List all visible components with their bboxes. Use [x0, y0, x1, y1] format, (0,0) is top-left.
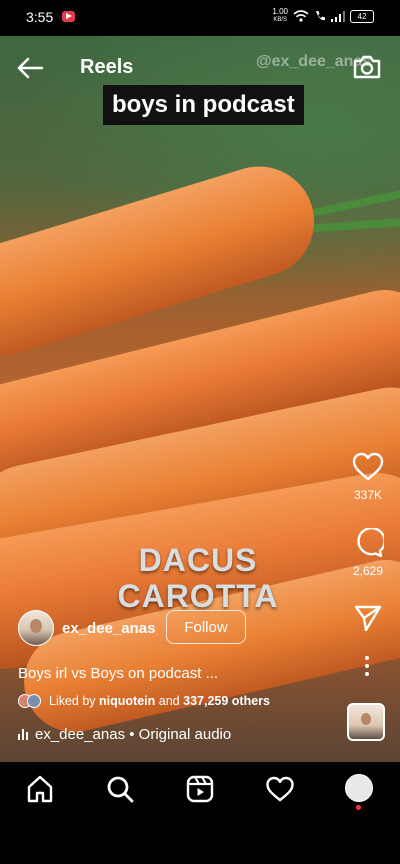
camera-icon[interactable] [352, 53, 382, 81]
youtube-notification-icon [62, 11, 75, 22]
liked-by-prefix: Liked by [49, 694, 96, 708]
comment-count: 2,629 [352, 564, 384, 578]
send-icon [354, 605, 382, 632]
author-avatar[interactable] [18, 610, 54, 646]
carrot-leaves [299, 216, 400, 234]
author-row: ex_dee_anas Follow [18, 610, 338, 646]
overlay-title-line-1: DACUS [138, 542, 258, 578]
page-title: Reels [80, 56, 134, 78]
profile-tab[interactable] [345, 774, 375, 804]
like-button[interactable]: 337K [346, 452, 390, 502]
video-caption: boys in podcast [103, 85, 304, 125]
heart-icon[interactable] [265, 774, 295, 804]
liker-avatar [27, 694, 41, 708]
signal-icon [331, 10, 345, 22]
audio-bars-icon [18, 729, 28, 740]
profile-avatar [345, 774, 373, 802]
comment-button[interactable]: 2,629 [346, 528, 390, 578]
post-description[interactable]: Boys irl vs Boys on podcast ... [18, 665, 218, 682]
status-indicators: 1.00 KB/S 42 [272, 8, 374, 24]
reels-icon[interactable] [185, 774, 215, 804]
back-arrow-icon[interactable] [14, 54, 46, 82]
comment-icon [357, 528, 384, 558]
follow-button[interactable]: Follow [166, 610, 246, 644]
more-vertical-icon[interactable] [363, 655, 371, 677]
heart-icon [352, 452, 384, 481]
network-speed-unit: KB/S [273, 17, 288, 23]
call-icon [316, 11, 325, 21]
search-icon[interactable] [105, 774, 135, 804]
home-icon[interactable] [25, 774, 55, 804]
liked-by-others[interactable]: 337,259 others [183, 694, 270, 708]
share-button[interactable] [346, 604, 390, 632]
liked-by-row[interactable]: Liked by niquotein and 337,259 others [18, 694, 270, 708]
video-overlay-title: DACUS CAROTTA [100, 542, 296, 614]
bottom-navigation [0, 762, 400, 816]
liked-by-and: and [158, 694, 180, 708]
overlay-title-line-2: CAROTTA [117, 578, 279, 614]
like-count: 337K [353, 488, 383, 502]
wifi-icon [293, 10, 309, 22]
status-bar: 3:55 1.00 KB/S 42 [0, 0, 400, 36]
status-time: 3:55 [26, 9, 54, 25]
system-nav-area [0, 816, 400, 864]
audio-thumbnail[interactable] [347, 703, 385, 741]
author-username[interactable]: ex_dee_anas [62, 620, 155, 637]
liked-by-user[interactable]: niquotein [99, 694, 155, 708]
notification-dot [356, 805, 361, 810]
network-speed: 1.00 KB/S [272, 8, 288, 24]
network-speed-value: 1.00 [272, 7, 288, 16]
liked-by-text: Liked by niquotein and 337,259 others [49, 694, 270, 708]
battery-indicator: 42 [350, 9, 374, 23]
audio-label: ex_dee_anas • Original audio [35, 726, 232, 743]
audio-row[interactable]: ex_dee_anas • Original audio [18, 726, 231, 743]
reel-video[interactable] [0, 36, 400, 762]
